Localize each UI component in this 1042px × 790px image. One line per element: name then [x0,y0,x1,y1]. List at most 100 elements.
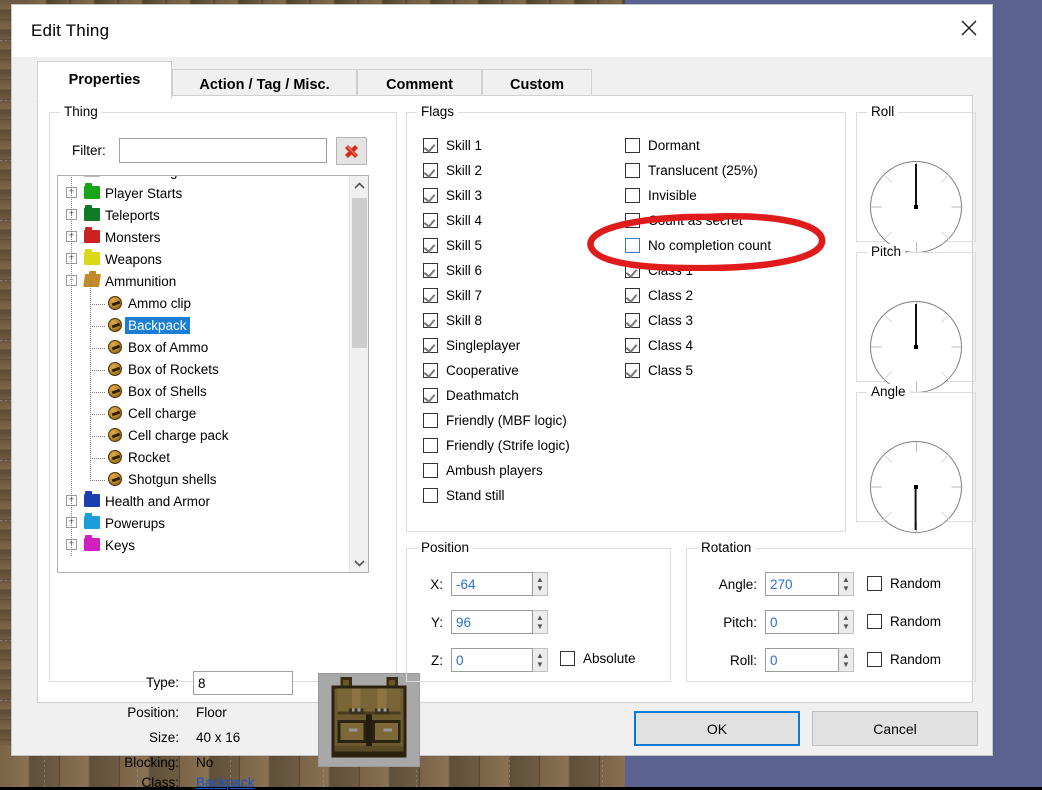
ok-button-label: OK [706,720,728,737]
tree-item[interactable]: Ammo clip [58,292,349,314]
ammo-thing-icon [108,296,122,310]
flag-checkbox-invisible[interactable]: Invisible [625,185,697,205]
flag-checkbox-stand-still[interactable]: Stand still [423,485,505,505]
roll-input[interactable] [765,648,839,672]
angle-stepper[interactable]: ▲ ▼ [839,572,854,596]
z-stepper[interactable]: ▲ ▼ [533,648,548,672]
tree-item[interactable]: Box of Rockets [58,358,349,380]
flag-checkbox-skill-7[interactable]: Skill 7 [423,285,482,305]
checkbox-box [423,437,438,453]
flag-checkbox-class-2[interactable]: Class 2 [625,285,693,305]
tree-item[interactable]: +Keys [58,534,349,556]
tree-item[interactable]: +Weapons [58,248,349,270]
ammo-thing-icon [108,406,122,420]
flag-checkbox-deathmatch[interactable]: Deathmatch [423,385,519,405]
tree-item-label: Box of Ammo [128,339,209,355]
tree-item[interactable]: +Powerups [58,512,349,534]
flag-checkbox-translucent-25[interactable]: Translucent (25%) [625,160,758,180]
flag-label: Dormant [648,137,700,153]
flag-checkbox-skill-4[interactable]: Skill 4 [423,210,482,230]
pitch-dial[interactable] [870,301,962,393]
pitch-random-checkbox[interactable]: Random [867,611,941,631]
flag-checkbox-skill-5[interactable]: Skill 5 [423,235,482,255]
close-icon[interactable] [946,5,992,51]
flag-checkbox-ambush-players[interactable]: Ambush players [423,460,543,480]
dial-tick [915,207,917,253]
checkbox-box [625,137,640,153]
flag-checkbox-friendly-strife-logic[interactable]: Friendly (Strife logic) [423,435,570,455]
pitch-stepper[interactable]: ▲ ▼ [839,610,854,634]
type-input[interactable] [193,671,293,695]
tab-label: Properties [68,72,141,88]
absolute-checkbox[interactable]: Absolute [560,648,636,668]
filter-input[interactable] [119,138,327,163]
tree-item[interactable]: +Monsters [58,226,349,248]
roll-dial[interactable] [870,161,962,253]
dial-needle[interactable] [915,164,917,207]
flag-checkbox-skill-1[interactable]: Skill 1 [423,135,482,155]
folder-icon [84,227,100,243]
tree-item[interactable]: -Ammunition [58,270,349,292]
flag-checkbox-skill-2[interactable]: Skill 2 [423,160,482,180]
tree-item[interactable]: Shotgun shells [58,468,349,490]
tree-item-label: Player Starts [105,185,183,201]
tree-scrollbar-thumb[interactable] [352,198,367,348]
flag-checkbox-no-completion-count[interactable]: No completion count [625,235,771,255]
flag-checkbox-skill-8[interactable]: Skill 8 [423,310,482,330]
checkbox-box [625,237,640,253]
tree-item[interactable]: +Player Starts [58,182,349,204]
angle-dial[interactable] [870,441,962,533]
chevron-down-icon[interactable] [350,553,368,572]
clear-filter-button[interactable] [336,137,367,165]
tree-item-selected[interactable]: Backpack [58,314,349,336]
pitch-input[interactable] [765,610,839,634]
flag-checkbox-friendly-mbf-logic[interactable]: Friendly (MBF logic) [423,410,567,430]
tree-item[interactable]: +Health and Armor [58,490,349,512]
flag-checkbox-skill-3[interactable]: Skill 3 [423,185,482,205]
dial-tick [916,174,949,207]
tree-item[interactable]: Box of Ammo [58,336,349,358]
angle-random-checkbox[interactable]: Random [867,573,941,593]
tree-item[interactable]: Rocket [58,446,349,468]
flag-label: Skill 2 [446,162,483,178]
flag-checkbox-class-5[interactable]: Class 5 [625,360,693,380]
x-input[interactable] [451,572,533,596]
roll-stepper[interactable]: ▲ ▼ [839,648,854,672]
flag-checkbox-skill-6[interactable]: Skill 6 [423,260,482,280]
flag-checkbox-class-3[interactable]: Class 3 [625,310,693,330]
class-link[interactable]: Backpack [196,775,255,790]
tree-connector [90,392,106,393]
flag-label: Class 3 [648,312,694,328]
cancel-button[interactable]: Cancel [812,711,978,746]
checkbox-box [867,613,882,629]
y-stepper[interactable]: ▲ ▼ [533,610,548,634]
position-group-title: Position [417,540,474,555]
thing-tree[interactable]: +Editor Things+Player Starts+Teleports+M… [57,175,369,573]
flag-checkbox-singleplayer[interactable]: Singleplayer [423,335,520,355]
tree-item[interactable]: +Teleports [58,204,349,226]
ok-button[interactable]: OK [634,711,800,746]
flag-label: Skill 3 [446,187,483,203]
x-stepper[interactable]: ▲ ▼ [533,572,548,596]
chevron-up-icon[interactable] [350,176,368,195]
roll-random-checkbox[interactable]: Random [867,649,941,669]
tree-item[interactable]: Box of Shells [58,380,349,402]
flag-label: Class 2 [648,287,694,303]
flag-checkbox-dormant[interactable]: Dormant [625,135,700,155]
angle-input[interactable] [765,572,839,596]
z-input[interactable] [451,648,533,672]
dial-needle[interactable] [915,304,917,347]
y-input[interactable] [451,610,533,634]
tree-item[interactable]: +Editor Things [58,176,349,182]
flag-checkbox-class-1[interactable]: Class 1 [625,260,693,280]
tree-scrollbar[interactable] [349,176,368,572]
dial-needle[interactable] [915,487,917,530]
tree-item[interactable]: Cell charge pack [58,424,349,446]
flag-checkbox-count-as-secret[interactable]: Count as secret [625,210,743,230]
flag-checkbox-class-4[interactable]: Class 4 [625,335,693,355]
dial-tick [915,347,917,393]
flag-checkbox-cooperative[interactable]: Cooperative [423,360,519,380]
folder-icon [84,176,100,177]
tab-properties[interactable]: Properties [37,61,172,99]
tree-item[interactable]: Cell charge [58,402,349,424]
